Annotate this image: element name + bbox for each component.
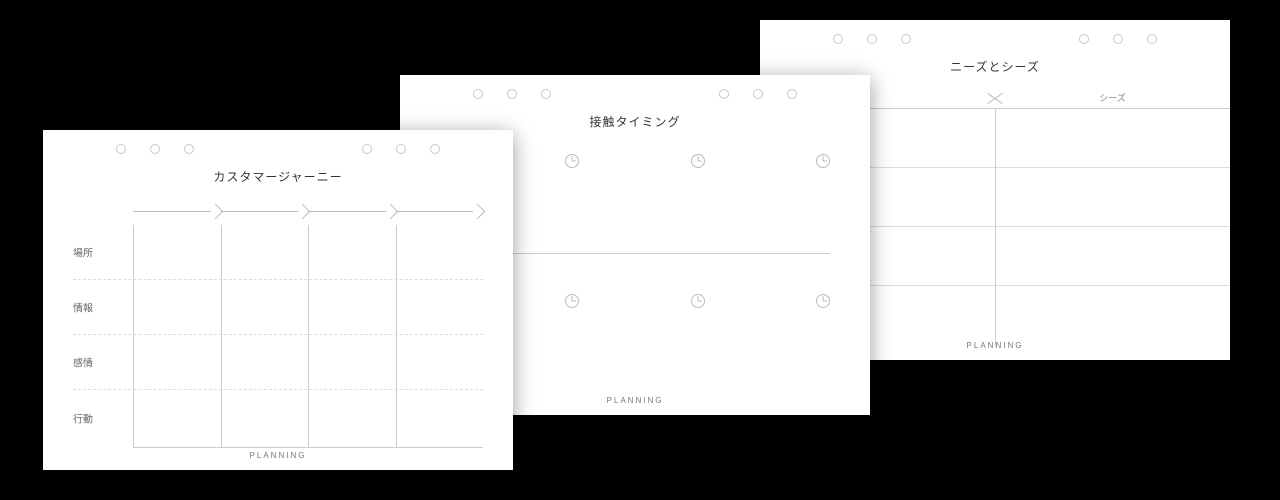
chevron-icon	[396, 201, 484, 223]
clock-icon	[565, 294, 579, 308]
row-label: 感情	[73, 355, 93, 370]
chevron-icon	[308, 201, 396, 223]
clock-icon	[691, 154, 705, 168]
sheet-title: ニーズとシーズ	[760, 58, 1230, 75]
journey-row: 行動	[73, 390, 483, 445]
clock-icon	[691, 294, 705, 308]
clock-icon	[565, 154, 579, 168]
sheet-footer: PLANNING	[43, 451, 513, 460]
phase-arrows	[133, 201, 483, 223]
row-label: 行動	[73, 410, 93, 425]
clock-icon	[816, 154, 830, 168]
chevron-icon	[221, 201, 309, 223]
cross-icon	[986, 89, 1004, 107]
sheet-title: 接触タイミング	[400, 113, 870, 130]
journey-row: 場所	[73, 225, 483, 280]
journey-row: 感情	[73, 335, 483, 390]
binder-holes	[760, 20, 1230, 44]
journey-body: 場所 情報 感情 行動	[73, 203, 483, 448]
row-label: 情報	[73, 300, 93, 315]
sheet-customer-journey: カスタマージャーニー 場所 情報 感情 行動 PLANNING	[43, 130, 513, 470]
col-seeds-header: シーズ	[995, 87, 1230, 108]
journey-row: 情報	[73, 280, 483, 335]
sheet-title: カスタマージャーニー	[43, 168, 513, 185]
binder-holes	[43, 130, 513, 154]
clock-icon	[816, 294, 830, 308]
binder-holes	[400, 75, 870, 99]
row-label: 場所	[73, 245, 93, 260]
chevron-icon	[133, 201, 221, 223]
